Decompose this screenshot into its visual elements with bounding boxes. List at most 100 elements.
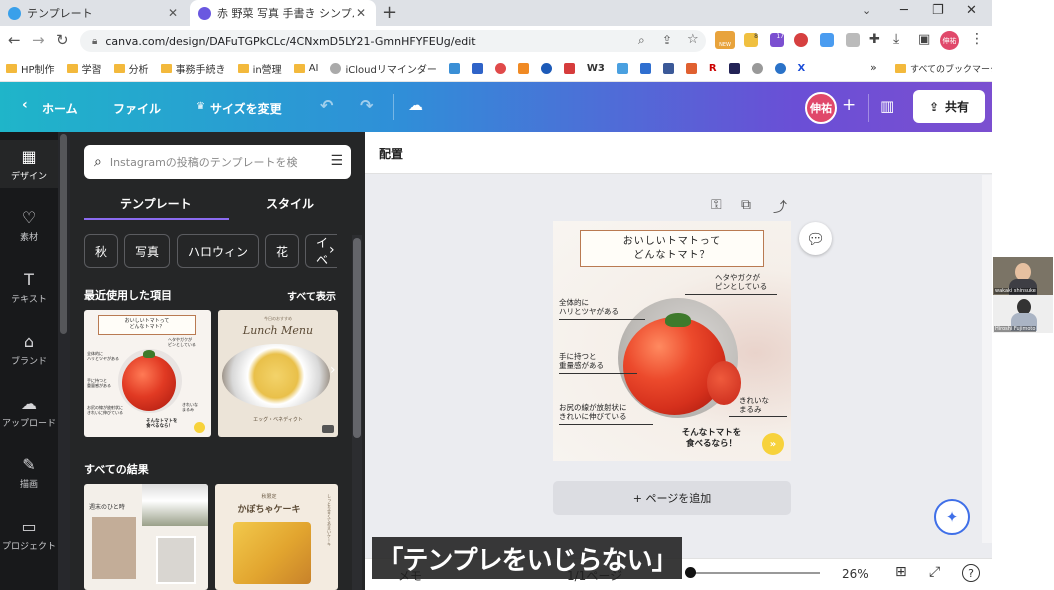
panel-scrollbar-thumb[interactable] bbox=[353, 238, 361, 438]
rail-item-brand[interactable]: ⌂ ブランド bbox=[0, 332, 58, 367]
filter-chip-halloween[interactable]: ハロウィン bbox=[177, 234, 259, 268]
bookmark-icon[interactable] bbox=[616, 63, 628, 74]
add-comment-icon[interactable]: 💬︎ bbox=[799, 222, 832, 255]
sidepanel-icon[interactable]: ▣ bbox=[918, 32, 930, 47]
label-heta[interactable]: ヘタやガクが ピンとしている bbox=[715, 273, 767, 291]
close-tab-icon[interactable]: ✕ bbox=[354, 6, 368, 20]
lock-icon[interactable]: ⚿ bbox=[711, 197, 722, 213]
bookmark-icon[interactable] bbox=[728, 63, 740, 74]
browser-tab-templates[interactable]: テンプレート ✕ bbox=[0, 0, 188, 26]
rail-item-elements[interactable]: ♡ 素材 bbox=[0, 208, 58, 243]
bookmark-folder[interactable]: in營理 bbox=[237, 61, 282, 76]
extension-new-icon[interactable]: NEW bbox=[715, 31, 735, 49]
star-icon[interactable]: ☆ bbox=[687, 32, 699, 47]
share-button[interactable]: ⇪ 共有 bbox=[913, 90, 985, 123]
back-chevron-icon[interactable]: ‹ bbox=[22, 97, 28, 113]
label-kirei[interactable]: きれいな まるみ bbox=[739, 396, 769, 414]
label-zentai[interactable]: 全体的に ハリとツヤがある bbox=[559, 298, 619, 316]
recent-template-tomato[interactable]: おいしいトマトって どんなトマト？ ヘタやガクが ピンとしている 全体的に ハリとツヤ… bbox=[84, 310, 211, 437]
result-template-pumpkin-cake[interactable]: 秋限定 かぼちゃケーキ しっとり甘くてあまいケーキ bbox=[215, 484, 338, 590]
filter-chip-photo[interactable]: 写真 bbox=[124, 234, 170, 268]
extension-icon[interactable] bbox=[794, 33, 808, 47]
add-page-icon[interactable]: ⤴ bbox=[773, 197, 787, 217]
zoom-slider[interactable] bbox=[690, 572, 820, 574]
file-menu-button[interactable]: ファイル bbox=[113, 100, 161, 117]
back-icon[interactable]: ← bbox=[8, 31, 21, 49]
help-button[interactable]: ? bbox=[962, 564, 980, 582]
design-page[interactable]: おいしいトマトって どんなトマト？ ヘタやガクが ピンとしている 全体的に ハリとツ… bbox=[553, 221, 791, 461]
bookmark-icon[interactable] bbox=[639, 63, 651, 74]
zoom-slider-handle[interactable] bbox=[685, 567, 696, 578]
bookmark-icon[interactable] bbox=[774, 63, 786, 74]
magic-sparkle-icon[interactable]: ✦ bbox=[934, 499, 970, 535]
home-button[interactable]: ホーム bbox=[42, 100, 78, 117]
insights-chart-icon[interactable]: ▥ bbox=[880, 97, 894, 115]
resize-button[interactable]: サイズを変更 bbox=[210, 100, 282, 117]
bookmark-folder[interactable]: 事務手続き bbox=[160, 61, 226, 76]
forward-icon[interactable]: → bbox=[32, 31, 45, 49]
show-all-link[interactable]: すべて表示 bbox=[287, 288, 336, 303]
recent-template-lunch-menu[interactable]: 今日のおすすめ Lunch Menu エッグ・ベネディクト bbox=[218, 310, 338, 437]
profile-avatar[interactable]: 伸祐 bbox=[940, 31, 959, 50]
bookmark-icon[interactable] bbox=[517, 63, 529, 74]
tab-templates[interactable]: テンプレート bbox=[120, 195, 192, 212]
bookmarks-overflow[interactable]: » bbox=[870, 61, 877, 74]
rail-item-upload[interactable]: ☁︎ アップロード bbox=[0, 394, 58, 429]
bookmark-folder[interactable]: 学習 bbox=[66, 61, 102, 76]
close-window-button[interactable]: ✕ bbox=[966, 3, 977, 18]
grid-view-icon[interactable]: ⊞ bbox=[895, 564, 907, 580]
label-shiri[interactable]: お尻の線が放射状に きれいに伸びている bbox=[559, 403, 627, 421]
maximize-button[interactable]: ❐ bbox=[932, 3, 944, 18]
filter-chip-autumn[interactable]: 秋 bbox=[84, 234, 118, 268]
download-icon[interactable]: ⤓ bbox=[893, 31, 899, 47]
apple-icon[interactable] bbox=[751, 63, 763, 74]
minimize-button[interactable]: ─ bbox=[900, 3, 908, 18]
add-page-button[interactable]: + ページを追加 bbox=[553, 481, 791, 515]
fullscreen-icon[interactable]: ⤢ bbox=[929, 564, 940, 580]
bookmark-icon[interactable] bbox=[563, 63, 575, 74]
extension-icon[interactable] bbox=[820, 33, 834, 47]
reload-icon[interactable]: ↻ bbox=[56, 31, 69, 49]
rail-item-projects[interactable]: ▭ プロジェクト bbox=[0, 517, 58, 552]
user-avatar[interactable]: 伸祐 bbox=[805, 92, 837, 124]
rail-scrollbar-thumb[interactable] bbox=[60, 134, 67, 334]
extension-icon[interactable]: 8 bbox=[744, 33, 758, 47]
bookmark-icon[interactable] bbox=[471, 63, 483, 74]
editor-scrollbar[interactable] bbox=[982, 175, 992, 543]
position-button[interactable]: 配置 bbox=[379, 145, 403, 162]
zoom-icon[interactable]: ⌕ bbox=[638, 33, 645, 48]
filter-icon[interactable]: ☰ bbox=[330, 153, 343, 169]
browser-tab-design[interactable]: 赤 野菜 写真 手書き シンプル 解説 ✕ bbox=[190, 0, 376, 26]
bookmark-icon[interactable] bbox=[448, 63, 460, 74]
redo-icon[interactable]: ↷ bbox=[360, 96, 373, 115]
design-closing-text[interactable]: そんなトマトを 食べるなら！ bbox=[674, 428, 749, 450]
tab-styles[interactable]: スタイル bbox=[266, 195, 314, 212]
add-collaborator-button[interactable]: + bbox=[842, 95, 856, 115]
bookmark-r[interactable]: R bbox=[709, 63, 717, 74]
bookmark-icloud[interactable]: iCloudリマインダー bbox=[330, 61, 437, 76]
url-bar[interactable]: 🔒︎ canva.com/design/DAFuTGPkCLc/4CNxmD5L… bbox=[80, 30, 706, 52]
menu-kebab-icon[interactable]: ⋮ bbox=[970, 31, 984, 47]
zoom-level[interactable]: 26% bbox=[842, 567, 869, 581]
carousel-next-icon[interactable]: › bbox=[330, 362, 344, 384]
new-tab-button[interactable]: + bbox=[382, 2, 397, 23]
template-search-input[interactable]: ⌕ Instagramの投稿のテンプレートを検 ☰ bbox=[84, 145, 351, 179]
bookmark-icon[interactable] bbox=[685, 63, 697, 74]
undo-icon[interactable]: ↶ bbox=[320, 96, 333, 115]
close-tab-icon[interactable]: ✕ bbox=[166, 6, 180, 20]
extension-icon[interactable] bbox=[846, 33, 860, 47]
cloud-save-icon[interactable]: ☁︎ bbox=[408, 96, 423, 114]
bookmark-icon[interactable] bbox=[540, 63, 552, 74]
bookmark-icon[interactable] bbox=[494, 63, 506, 74]
design-title-box[interactable]: おいしいトマトって どんなトマト？ bbox=[580, 230, 764, 267]
chevron-right-icon[interactable]: › bbox=[329, 242, 335, 258]
duplicate-page-icon[interactable]: ⧉ bbox=[741, 197, 751, 213]
rail-item-draw[interactable]: ✎ 描画 bbox=[0, 455, 58, 490]
bookmark-x[interactable]: X bbox=[798, 63, 806, 74]
all-bookmarks[interactable]: すべてのブックマーク bbox=[895, 62, 999, 75]
bookmark-w3[interactable]: W3 bbox=[587, 63, 605, 74]
chevron-down-icon[interactable]: ⌄ bbox=[862, 4, 871, 17]
rail-item-design[interactable]: ▦ デザイン bbox=[0, 147, 58, 182]
label-te[interactable]: 手に持つと 重量感がある bbox=[559, 352, 604, 370]
filter-chip-flower[interactable]: 花 bbox=[265, 234, 299, 268]
